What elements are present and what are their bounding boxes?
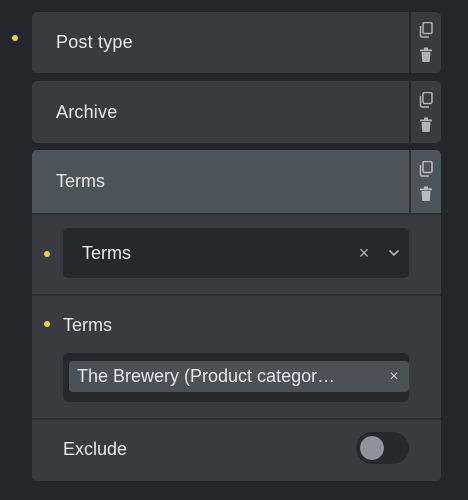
condition-actions: [409, 81, 441, 143]
condition-label: Archive: [56, 101, 118, 122]
active-indicator-dot: [44, 251, 50, 257]
toggle-knob: [360, 436, 384, 460]
condition-label: Terms: [56, 171, 105, 191]
condition-actions: [409, 12, 441, 73]
condition-label: Post type: [56, 32, 133, 52]
terms-multiselect[interactable]: The Brewery (Product categor… ×: [63, 353, 409, 402]
condition-actions: [409, 150, 441, 213]
copy-icon[interactable]: [419, 22, 433, 38]
trash-icon[interactable]: [419, 117, 433, 133]
remove-tag-icon[interactable]: ×: [379, 368, 409, 386]
active-indicator-dot: [44, 321, 50, 327]
terms-type-select[interactable]: Terms ×: [63, 228, 409, 278]
select-value: Terms: [82, 242, 131, 263]
trash-icon[interactable]: [419, 47, 433, 63]
clear-icon[interactable]: ×: [349, 243, 379, 264]
terms-header[interactable]: Terms: [32, 150, 441, 213]
exclude-toggle[interactable]: [356, 432, 409, 464]
condition-item-post-type[interactable]: Post type: [32, 12, 441, 73]
tag-label: The Brewery (Product categor…: [77, 366, 336, 386]
selected-term-tag: The Brewery (Product categor… ×: [69, 361, 409, 392]
divider: [32, 294, 441, 296]
divider: [32, 213, 441, 215]
active-indicator-dot: [12, 35, 18, 41]
copy-icon[interactable]: [419, 160, 433, 177]
chevron-down-icon[interactable]: [379, 249, 409, 257]
condition-item-terms: Terms Terms × Terms The Brewery (Product…: [32, 150, 441, 481]
conditions-panel: Post type Archive Terms Terms × Terms Th…: [0, 0, 468, 500]
divider: [32, 418, 441, 420]
condition-item-archive[interactable]: Archive: [32, 81, 441, 143]
exclude-label: Exclude: [63, 439, 128, 459]
trash-icon[interactable]: [419, 186, 433, 202]
terms-field-label: Terms: [63, 315, 112, 335]
copy-icon[interactable]: [419, 91, 433, 108]
